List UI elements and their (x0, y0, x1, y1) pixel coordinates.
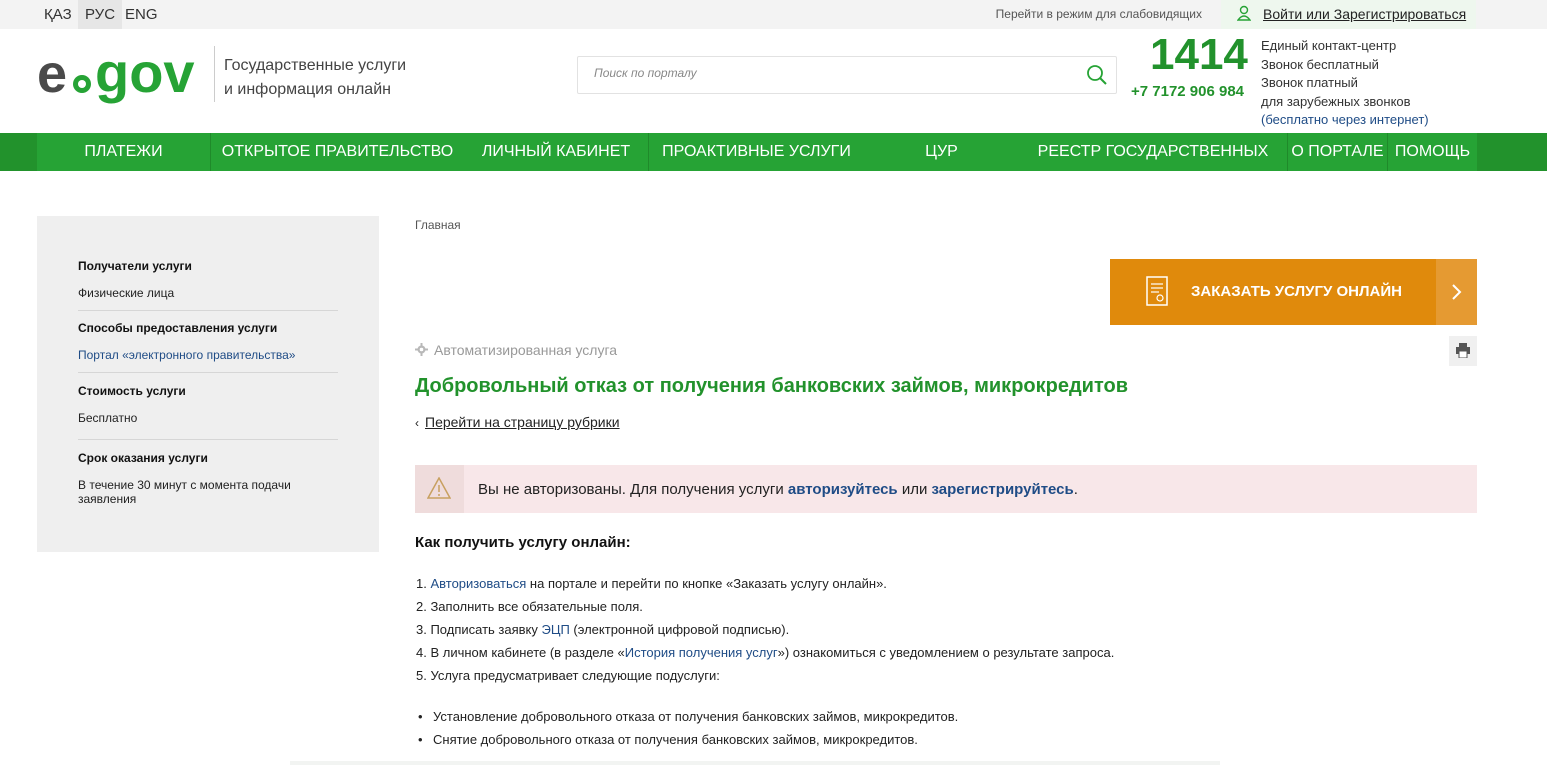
login-button[interactable]: Войти или Зарегистрироваться (1221, 0, 1476, 29)
back-to-rubric-link[interactable]: ‹ Перейти на страницу рубрики (415, 414, 620, 430)
nav-proactive-services[interactable]: ПРОАКТИВНЫЕ УСЛУГИ (649, 133, 864, 171)
user-icon (1237, 5, 1251, 21)
steps-list: 1. Авторизоваться на портале и перейти п… (416, 572, 1114, 687)
document-icon (1146, 276, 1168, 306)
service-info-sidebar: Получатели услуги Физические лица Способ… (37, 216, 379, 552)
list-item: 2. Заполнить все обязательные поля. (416, 599, 643, 614)
list-item: • Снятие добровольного отказа от получени… (418, 732, 918, 747)
divider (78, 372, 338, 373)
low-vision-link[interactable]: Перейти в режим для слабовидящих (996, 7, 1202, 21)
phone-number[interactable]: +7 7172 906 984 (1131, 83, 1244, 100)
nav-personal-cabinet[interactable]: ЛИЧНЫЙ КАБИНЕТ (464, 133, 648, 171)
nav-cur[interactable]: ЦУР (864, 133, 1019, 171)
warning-icon (427, 477, 451, 499)
nav-services-registry[interactable]: РЕЕСТР ГОСУДАРСТВЕННЫХ УСЛУГ (1019, 133, 1287, 198)
authorize-link[interactable]: авторизуйтесь (788, 481, 898, 498)
list-item: 5. Услуга предусматривает следующие поду… (416, 668, 720, 683)
portal-tagline: Государственные услуги и информация онла… (224, 57, 407, 98)
authorize-step-link[interactable]: Авторизоваться (430, 576, 526, 591)
contact-center-number[interactable]: 1414 (1150, 30, 1248, 80)
recipients-heading: Получатели услуги (78, 259, 192, 273)
lang-rus[interactable]: РУС (78, 0, 123, 29)
order-service-online-button[interactable]: ЗАКАЗАТЬ УСЛУГУ ОНЛАЙН (1110, 259, 1477, 325)
divider (78, 439, 338, 440)
divider (290, 761, 1220, 765)
nav-about[interactable]: О ПОРТАЛЕ (1288, 133, 1387, 171)
term-value: В течение 30 минут с момента подачи заяв… (78, 478, 291, 506)
logo-divider (214, 46, 215, 102)
top-bar: ҚАЗ РУС ENG Перейти в режим для слабовид… (0, 0, 1547, 29)
auth-warning-text: Вы не авторизованы. Для получения услуги… (478, 481, 1078, 498)
eds-link[interactable]: ЭЦП (542, 622, 570, 637)
auth-warning-alert: Вы не авторизованы. Для получения услуги… (415, 465, 1477, 513)
service-history-link[interactable]: История получения услуг (625, 645, 778, 660)
divider (78, 310, 338, 311)
list-item: 4. В личном кабинете (в разделе «История… (416, 645, 1115, 660)
nav-open-government[interactable]: ОТКРЫТОЕ ПРАВИТЕЛЬСТВО (211, 133, 464, 171)
gear-icon (415, 343, 428, 356)
internet-call-link[interactable]: (бесплатно через интернет) (1261, 111, 1429, 130)
nav-payments[interactable]: ПЛАТЕЖИ (37, 133, 210, 171)
order-button-label: ЗАКАЗАТЬ УСЛУГУ ОНЛАЙН (1191, 283, 1402, 300)
contact-info: Единый контакт-центр Звонок бесплатный З… (1261, 37, 1429, 130)
term-heading: Срок оказания услуги (78, 451, 208, 465)
main-nav: ПЛАТЕЖИ ОТКРЫТОЕ ПРАВИТЕЛЬСТВО ЛИЧНЫЙ КА… (0, 133, 1547, 198)
recipients-value: Физические лица (78, 286, 175, 300)
list-item: 1. Авторизоваться на портале и перейти п… (416, 576, 887, 591)
subservices-list: • Установление добровольного отказа от по… (418, 705, 958, 751)
search-icon[interactable] (1086, 64, 1108, 86)
methods-value-link[interactable]: Портал «электронного правительства» (78, 348, 295, 362)
page-title: Добровольный отказ от получения банковск… (415, 375, 1129, 397)
chevron-left-icon: ‹ (415, 416, 419, 430)
lang-eng[interactable]: ENG (118, 0, 165, 29)
search-input[interactable] (594, 66, 1054, 80)
automated-service-label: Автоматизированная услуга (415, 342, 617, 358)
lang-kaz[interactable]: ҚАЗ (37, 0, 79, 29)
methods-heading: Способы предоставления услуги (78, 321, 278, 335)
breadcrumb-home[interactable]: Главная (415, 218, 461, 232)
register-link[interactable]: зарегистрируйтесь (932, 481, 1074, 498)
svg-text:gov: gov (95, 46, 195, 104)
list-item: • Установление добровольного отказа от по… (418, 709, 959, 724)
egov-logo[interactable]: e gov (37, 46, 207, 106)
nav-help[interactable]: ПОМОЩЬ (1388, 133, 1477, 171)
how-to-get-heading: Как получить услугу онлайн: (415, 534, 631, 551)
search-box (577, 56, 1117, 94)
svg-text:e: e (37, 46, 67, 104)
chevron-right-icon (1436, 259, 1477, 325)
cost-heading: Стоимость услуги (78, 384, 186, 398)
printer-icon (1456, 343, 1470, 358)
cost-value: Бесплатно (78, 411, 138, 425)
print-button[interactable] (1449, 336, 1477, 366)
list-item: 3. Подписать заявку ЭЦП (электронной циф… (416, 622, 790, 637)
login-label: Войти или Зарегистрироваться (1263, 6, 1467, 22)
